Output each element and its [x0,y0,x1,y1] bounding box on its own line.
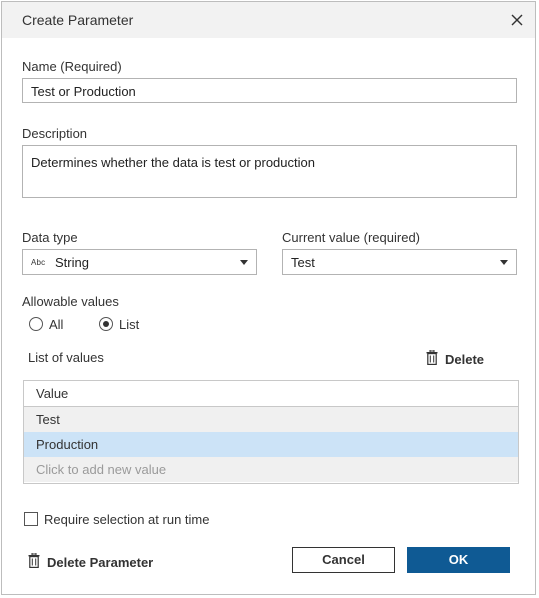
string-type-icon: Abc [31,258,46,267]
radio-list[interactable] [99,317,113,331]
current-value-select[interactable]: Test [282,249,517,275]
require-selection-label: Require selection at run time [44,512,210,527]
radio-all-label: All [49,317,64,332]
create-parameter-dialog: Create Parameter Name (Required) Test or… [1,1,536,595]
trash-icon [28,553,40,568]
data-type-label: Data type [22,230,78,245]
radio-all[interactable] [29,317,43,331]
dialog-titlebar: Create Parameter [2,2,535,38]
require-selection-checkbox[interactable] [24,512,38,526]
description-textarea[interactable]: Determines whether the data is test or p… [22,145,517,198]
chevron-down-icon [240,260,248,265]
table-row-selected[interactable]: Production [24,432,518,457]
delete-value-label: Delete [445,352,485,367]
add-value-row[interactable]: Click to add new value [24,457,518,482]
dialog-title: Create Parameter [22,12,134,28]
close-icon[interactable] [507,10,527,30]
description-label: Description [22,126,88,141]
table-row-value: Production [36,437,99,452]
name-input[interactable]: Test or Production [22,78,517,103]
table-row[interactable]: Test [24,407,518,432]
delete-parameter-button[interactable]: Delete Parameter [28,551,168,573]
current-value-value: Test [291,255,315,270]
table-row-value: Test [36,412,60,427]
data-type-select[interactable]: Abc String [22,249,257,275]
cancel-button[interactable]: Cancel [292,547,395,573]
chevron-down-icon [500,260,508,265]
trash-icon [426,350,438,365]
radio-list-label: List [119,317,140,332]
list-of-values-label: List of values [28,350,104,365]
name-label: Name (Required) [22,59,122,74]
values-table: Value Test Production Click to add new v… [23,380,519,484]
table-header: Value [24,381,518,407]
current-value-label: Current value (required) [282,230,421,245]
allowable-values-label: Allowable values [22,294,119,309]
delete-value-button[interactable]: Delete [426,348,496,370]
value-column-header: Value [36,386,69,401]
add-value-placeholder: Click to add new value [36,462,167,477]
delete-parameter-label: Delete Parameter [47,555,154,570]
ok-button[interactable]: OK [407,547,510,573]
data-type-value: String [55,255,89,270]
